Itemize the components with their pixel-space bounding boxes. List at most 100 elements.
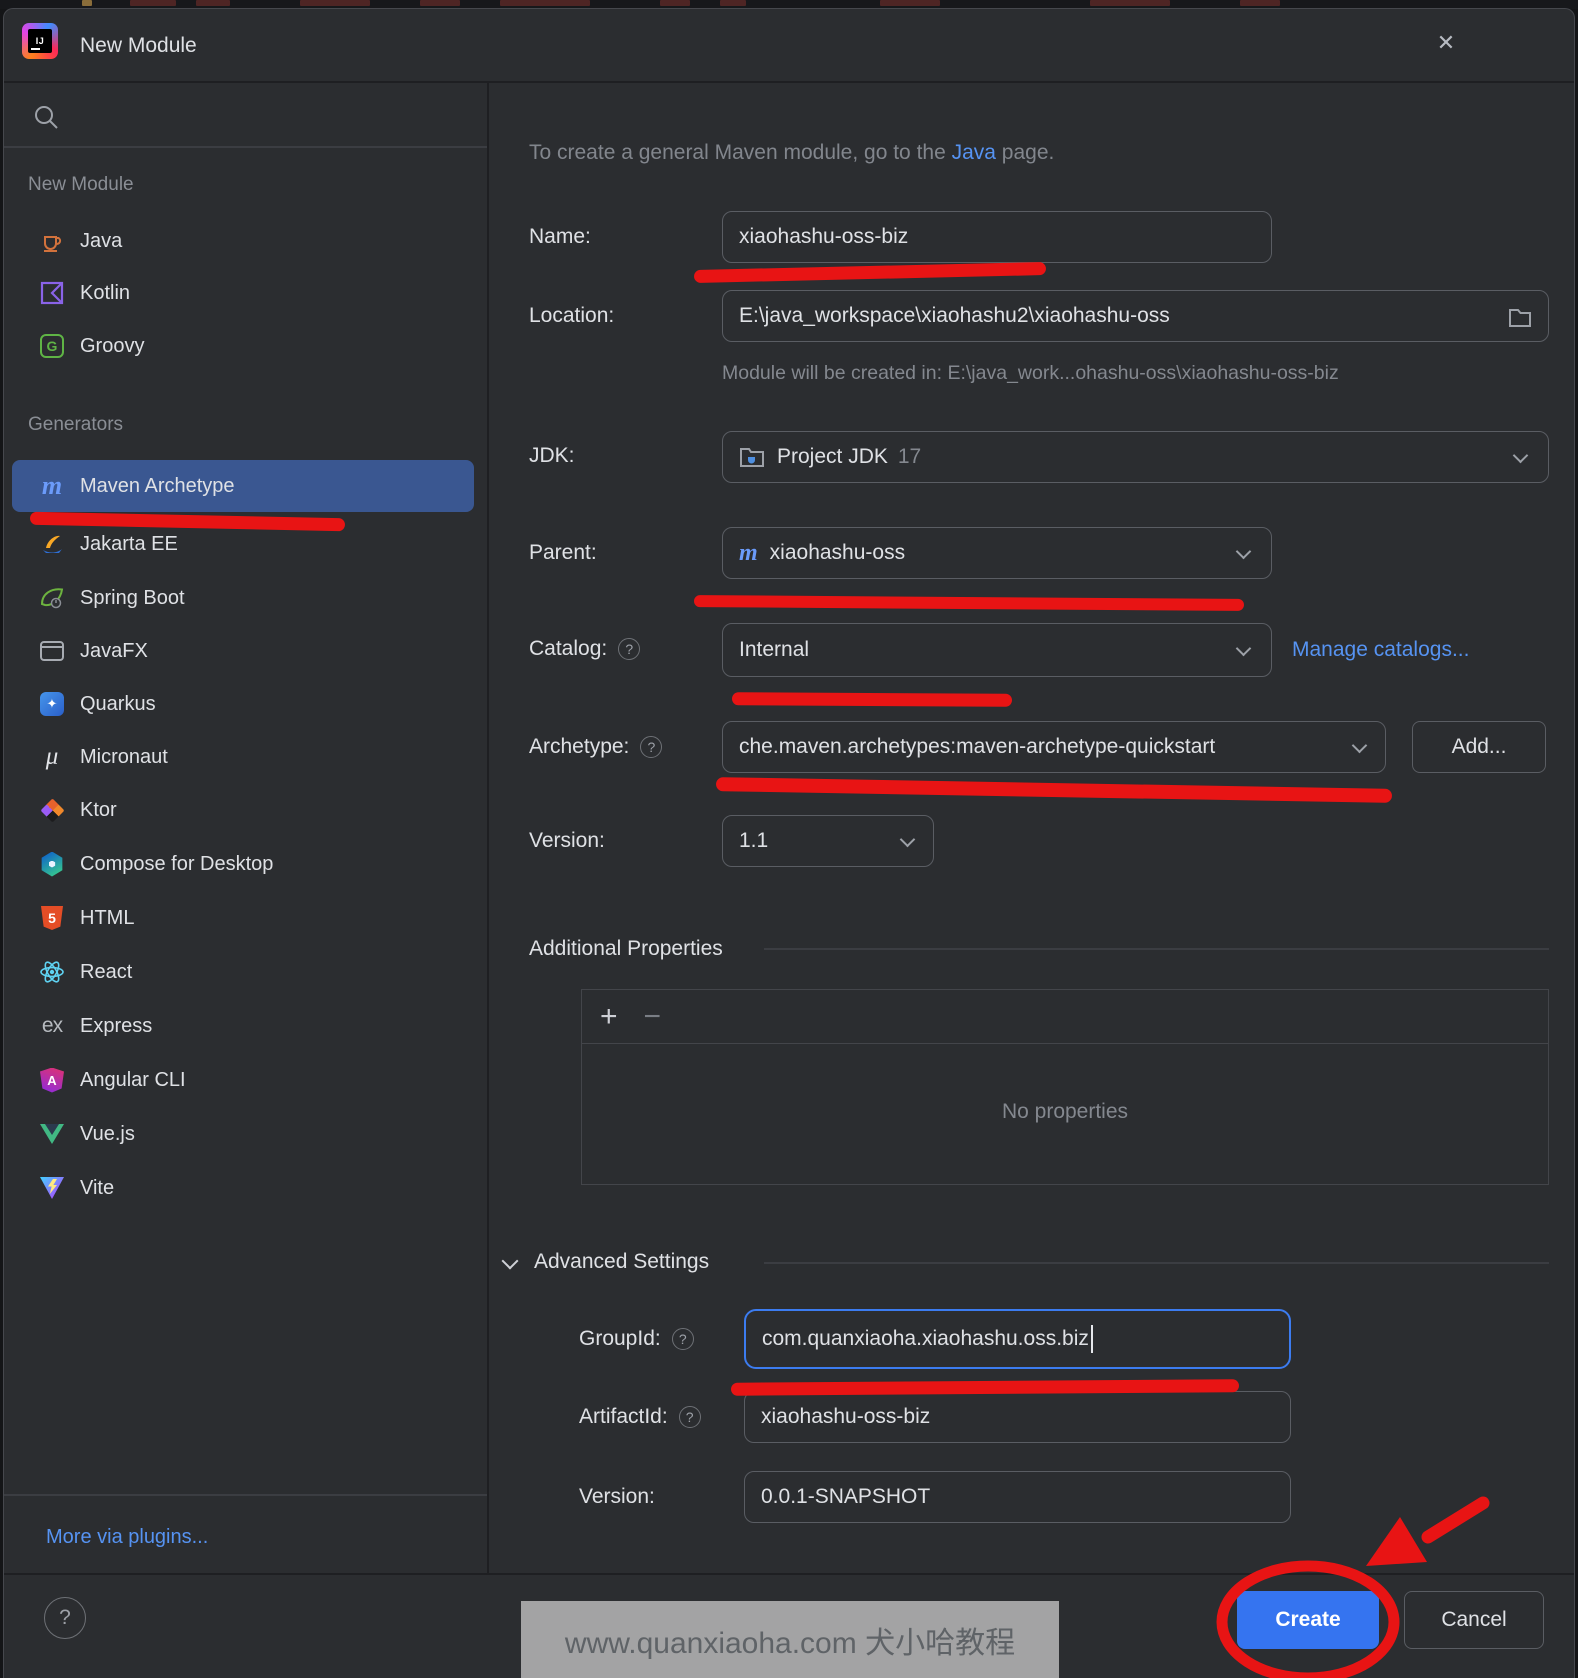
- browse-folder-icon[interactable]: [1508, 306, 1532, 328]
- sidebar-item-label: Ktor: [80, 799, 117, 822]
- add-property-icon[interactable]: +: [600, 1000, 618, 1034]
- version-label: Version:: [529, 826, 605, 856]
- parent-select[interactable]: m xiaohashu-oss: [722, 527, 1272, 579]
- react-icon: [38, 958, 66, 986]
- sidebar-item-vite[interactable]: Vite: [12, 1162, 474, 1214]
- text-cursor: [1091, 1325, 1093, 1353]
- create-button[interactable]: Create: [1237, 1591, 1379, 1649]
- sidebar-item-quarkus[interactable]: ✦ Quarkus: [12, 678, 474, 730]
- angular-icon: A: [38, 1066, 66, 1094]
- groupid-input[interactable]: com.quanxiaoha.xiaohashu.oss.biz: [744, 1309, 1291, 1369]
- version-select[interactable]: 1.1: [722, 815, 934, 867]
- sidebar-item-label: Groovy: [80, 335, 144, 358]
- sidebar-item-groovy[interactable]: G Groovy: [12, 320, 474, 372]
- sidebar-item-spring-boot[interactable]: Spring Boot: [12, 572, 474, 624]
- remove-property-icon[interactable]: −: [644, 1000, 662, 1034]
- help-icon[interactable]: ?: [679, 1406, 701, 1428]
- sidebar-main-divider: [487, 83, 489, 1573]
- sidebar-item-label: Maven Archetype: [80, 475, 235, 498]
- project-jdk-icon: [739, 445, 765, 469]
- sidebar-item-html[interactable]: 5 HTML: [12, 892, 474, 944]
- help-icon[interactable]: ?: [672, 1328, 694, 1350]
- groupid-label: GroupId:?: [579, 1324, 694, 1354]
- sidebar-item-angular-cli[interactable]: A Angular CLI: [12, 1054, 474, 1106]
- location-input[interactable]: E:\java_workspace\xiaohashu2\xiaohashu-o…: [722, 290, 1549, 342]
- properties-toolbar: + −: [582, 990, 1548, 1044]
- annotation-underline-name: [694, 262, 1046, 283]
- chevron-down-icon[interactable]: [1352, 738, 1368, 754]
- search-divider: [4, 146, 487, 148]
- vue-icon: [38, 1120, 66, 1148]
- name-input[interactable]: xiaohashu-oss-biz: [722, 211, 1272, 263]
- background-artifact: [130, 0, 176, 6]
- archetype-value: che.maven.archetypes:maven-archetype-qui…: [739, 735, 1215, 759]
- collapse-chevron-icon[interactable]: [502, 1253, 519, 1270]
- sidebar-item-compose-for-desktop[interactable]: Compose for Desktop: [12, 838, 474, 890]
- background-artifact: [500, 0, 590, 6]
- help-icon[interactable]: ?: [618, 638, 640, 660]
- archetype-select[interactable]: che.maven.archetypes:maven-archetype-qui…: [722, 721, 1386, 773]
- artifactid-value: xiaohashu-oss-biz: [761, 1405, 930, 1429]
- section-generators: Generators: [28, 411, 123, 439]
- javafx-icon: [38, 637, 66, 665]
- ktor-icon: [38, 796, 66, 824]
- chevron-down-icon[interactable]: [900, 832, 916, 848]
- dialog-help-icon[interactable]: ?: [44, 1597, 86, 1639]
- section-separator: [764, 948, 1549, 950]
- catalog-label: Catalog:?: [529, 634, 640, 664]
- catalog-label-text: Catalog:: [529, 634, 607, 664]
- sidebar-item-express[interactable]: ex Express: [12, 1000, 474, 1052]
- advanced-version-value: 0.0.1-SNAPSHOT: [761, 1485, 930, 1509]
- location-label: Location:: [529, 301, 614, 331]
- sidebar-item-react[interactable]: React: [12, 946, 474, 998]
- manage-catalogs-link[interactable]: Manage catalogs...: [1292, 635, 1469, 665]
- advanced-version-input[interactable]: 0.0.1-SNAPSHOT: [744, 1471, 1291, 1523]
- sidebar-item-label: Compose for Desktop: [80, 853, 273, 876]
- location-helper-text: Module will be created in: E:\java_work.…: [722, 359, 1339, 387]
- search-icon[interactable]: [32, 103, 60, 131]
- sidebar-item-label: JavaFX: [80, 640, 148, 663]
- chevron-down-icon[interactable]: [1236, 544, 1252, 560]
- java-page-link[interactable]: Java: [952, 141, 996, 164]
- sidebar-item-label: Micronaut: [80, 746, 168, 769]
- sidebar-item-micronaut[interactable]: μ Micronaut: [12, 731, 474, 783]
- help-icon[interactable]: ?: [640, 736, 662, 758]
- sidebar-item-ktor[interactable]: Ktor: [12, 784, 474, 836]
- footer-divider: [4, 1573, 1575, 1575]
- more-via-plugins-link[interactable]: More via plugins...: [46, 1522, 208, 1552]
- background-artifact: [82, 0, 92, 6]
- sidebar-item-javafx[interactable]: JavaFX: [12, 625, 474, 677]
- micronaut-icon: μ: [38, 743, 66, 771]
- additional-properties-title: Additional Properties: [529, 934, 723, 964]
- sidebar-item-label: Jakarta EE: [80, 533, 178, 556]
- jdk-label: JDK:: [529, 441, 575, 471]
- cancel-button[interactable]: Cancel: [1404, 1591, 1544, 1649]
- groupid-label-text: GroupId:: [579, 1324, 661, 1354]
- jakarta-ee-icon: [38, 530, 66, 558]
- artifactid-input[interactable]: xiaohashu-oss-biz: [744, 1391, 1291, 1443]
- sidebar-item-kotlin[interactable]: Kotlin: [12, 267, 474, 319]
- chevron-down-icon[interactable]: [1513, 448, 1529, 464]
- sidebar-item-java[interactable]: Java: [12, 215, 474, 267]
- chevron-down-icon[interactable]: [1236, 641, 1252, 657]
- catalog-select[interactable]: Internal: [722, 623, 1272, 677]
- jdk-select[interactable]: Project JDK 17: [722, 431, 1549, 483]
- sidebar-item-maven-archetype[interactable]: m Maven Archetype: [12, 460, 474, 512]
- advanced-settings-title[interactable]: Advanced Settings: [534, 1247, 709, 1277]
- intellij-logo-icon: IJ: [22, 23, 58, 59]
- maven-icon: m: [38, 472, 66, 500]
- properties-table: + − No properties: [581, 989, 1549, 1185]
- background-artifact: [720, 0, 746, 6]
- close-icon[interactable]: ✕: [1428, 25, 1464, 61]
- sidebar-item-label: Vite: [80, 1177, 114, 1200]
- sidebar-item-vuejs[interactable]: Vue.js: [12, 1108, 474, 1160]
- sidebar-item-label: HTML: [80, 907, 134, 930]
- parent-value: xiaohashu-oss: [770, 541, 905, 565]
- maven-hint-text: To create a general Maven module, go to …: [529, 139, 1054, 167]
- section-separator: [764, 1262, 1549, 1264]
- annotation-underline-catalog: [732, 692, 1012, 706]
- groupid-value: com.quanxiaoha.xiaohashu.oss.biz: [762, 1327, 1089, 1351]
- add-archetype-button[interactable]: Add...: [1412, 721, 1546, 773]
- sidebar-bottom-divider: [4, 1494, 487, 1496]
- sidebar-item-label: Java: [80, 230, 122, 253]
